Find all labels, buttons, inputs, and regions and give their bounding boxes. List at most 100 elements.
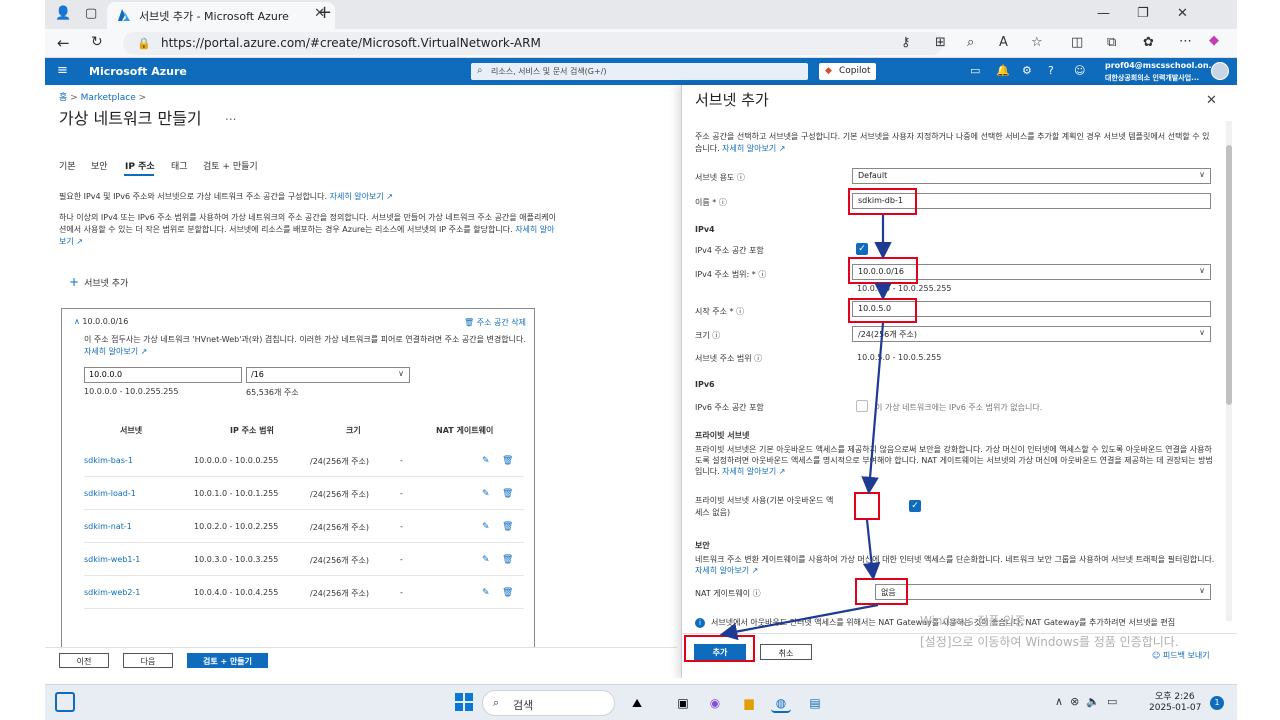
battery-icon[interactable]: ▭ xyxy=(1107,695,1117,708)
feedback-icon[interactable]: ☺ xyxy=(1074,64,1100,77)
address-input[interactable]: 10.0.0.0 xyxy=(84,367,242,383)
task-view-icon[interactable]: ▣ xyxy=(673,693,693,713)
subnet-name-link[interactable]: sdkim-load-1 xyxy=(84,489,136,498)
cancel-button[interactable]: 취소 xyxy=(760,644,812,660)
clock-date[interactable]: 2025-01-07 xyxy=(1149,703,1201,713)
ipv4-include-checkbox[interactable]: ✓ xyxy=(856,243,868,255)
nat-gateway-select[interactable]: 없음 ∨ xyxy=(875,584,1211,600)
edit-icon[interactable]: ✎ xyxy=(482,555,490,565)
breadcrumb-marketplace[interactable]: Marketplace xyxy=(81,93,136,103)
trash-icon[interactable]: 🗑 xyxy=(502,456,513,466)
private-link[interactable]: 자세히 알아보기 xyxy=(722,467,776,476)
blade-desc-link[interactable]: 자세히 알아보기 xyxy=(722,144,776,153)
feedback-link[interactable]: ☺ 피드백 보내기 xyxy=(1152,650,1210,661)
size-select[interactable]: /24(256개 주소) ∨ xyxy=(852,326,1211,342)
profile-icon[interactable]: 👤 xyxy=(55,6,71,21)
info-icon[interactable]: ⓘ xyxy=(712,331,720,340)
scrollbar-thumb[interactable] xyxy=(1226,145,1232,405)
info-icon[interactable]: ⓘ xyxy=(736,307,744,316)
info-icon[interactable]: ⓘ xyxy=(719,198,727,207)
blade-scrollbar[interactable] xyxy=(1226,121,1232,621)
global-search[interactable]: ⌕ 리소스, 서비스 및 문서 검색(G+/) xyxy=(471,63,808,80)
address-space-header[interactable]: ∧ 10.0.0.0/16 xyxy=(74,317,128,326)
refresh-icon[interactable]: ↻ xyxy=(91,34,103,50)
subnet-name-link[interactable]: sdkim-bas-1 xyxy=(84,456,133,465)
close-window-icon[interactable]: ✕ xyxy=(1177,6,1188,21)
purpose-select[interactable]: Default ∨ xyxy=(852,168,1211,184)
intro-link[interactable]: 자세히 알아보기 xyxy=(330,192,384,201)
trash-icon[interactable]: 🗑 xyxy=(502,555,513,565)
start-button[interactable] xyxy=(455,693,473,711)
split-screen-icon[interactable]: ◫ xyxy=(1071,35,1083,50)
more-options-icon[interactable]: ... xyxy=(225,109,236,123)
brand[interactable]: Microsoft Azure xyxy=(89,65,187,78)
collections-icon[interactable]: ⧉ xyxy=(1107,35,1116,50)
info-icon[interactable]: ⓘ xyxy=(753,589,761,598)
subnet-name-link[interactable]: sdkim-nat-1 xyxy=(84,522,132,531)
store-icon[interactable]: ▤ xyxy=(805,693,825,713)
read-aloud-icon[interactable]: A xyxy=(999,35,1008,50)
url-field[interactable]: 🔒 https://portal.azure.com/#create/Micro… xyxy=(123,32,943,55)
prefix-select[interactable]: /16 ∨ xyxy=(246,367,410,383)
chevron-up-icon[interactable]: ∧ xyxy=(1055,695,1063,708)
notification-badge[interactable]: 1 xyxy=(1210,696,1224,710)
new-tab-icon[interactable]: + xyxy=(317,2,332,23)
copilot-browser-icon[interactable]: ◆ xyxy=(1209,33,1219,48)
subnet-name-link[interactable]: sdkim-web1-1 xyxy=(84,555,140,564)
overlap-link[interactable]: 자세히 알아보기 xyxy=(84,347,138,356)
tab-tags[interactable]: 태그 xyxy=(171,159,188,172)
info-icon[interactable]: ⓘ xyxy=(754,354,762,363)
add-subnet-button[interactable]: + 서브넷 추가 xyxy=(69,275,128,289)
info-icon[interactable]: ⓘ xyxy=(737,173,745,182)
trash-icon[interactable]: 🗑 xyxy=(502,588,513,598)
close-icon[interactable]: ✕ xyxy=(1206,93,1217,108)
file-explorer-icon[interactable]: ▆ xyxy=(739,693,759,713)
more-icon[interactable]: ⋯ xyxy=(1179,34,1192,49)
key-icon[interactable]: ⚷ xyxy=(901,35,911,50)
bell-icon[interactable]: 🔔 xyxy=(996,64,1022,77)
subnet-name-link[interactable]: sdkim-web2-1 xyxy=(84,588,140,597)
edit-icon[interactable]: ✎ xyxy=(482,456,490,466)
clock-time[interactable]: 오후 2:26 xyxy=(1155,689,1195,702)
trash-icon[interactable]: 🗑 xyxy=(502,489,513,499)
delete-address-space-button[interactable]: 🗑 주소 공간 삭제 xyxy=(464,317,526,328)
trash-icon[interactable]: 🗑 xyxy=(502,522,513,532)
tab-review-create[interactable]: 검토 + 만들기 xyxy=(203,159,258,172)
user-email[interactable]: prof04@mscsschool.on... xyxy=(1105,61,1218,70)
edit-icon[interactable]: ✎ xyxy=(482,588,490,598)
extensions-icon[interactable]: ✿ xyxy=(1143,35,1154,50)
zoom-icon[interactable]: ⌕ xyxy=(967,35,974,50)
tab-security[interactable]: 보안 xyxy=(91,159,108,172)
edit-icon[interactable]: ✎ xyxy=(482,522,490,532)
next-button[interactable]: 다음 xyxy=(123,653,173,668)
edit-icon[interactable]: ✎ xyxy=(482,489,490,499)
apps-icon[interactable]: ⊞ xyxy=(935,35,946,50)
tab-ip-addresses[interactable]: IP 주소 xyxy=(125,159,155,172)
info-icon[interactable]: ⓘ xyxy=(758,270,766,279)
ipv6-include-checkbox[interactable] xyxy=(856,400,868,412)
copilot-button[interactable]: ◆ Copilot xyxy=(819,63,876,80)
volume-icon[interactable]: 🔈 xyxy=(1086,695,1100,708)
scenery-icon[interactable]: ⛰ xyxy=(627,693,647,713)
private-subnet-checkbox[interactable]: ✓ xyxy=(909,500,921,512)
menu-icon[interactable]: ≡ xyxy=(57,63,68,78)
prev-button[interactable]: 이전 xyxy=(59,653,109,668)
taskbar-search[interactable]: ⌕ 검색 xyxy=(482,690,615,716)
help-icon[interactable]: ? xyxy=(1048,64,1074,77)
no-network-icon[interactable]: ⊗ xyxy=(1070,695,1079,708)
review-create-button[interactable]: 검토 + 만들기 xyxy=(187,653,268,668)
tab-azure[interactable]: 서브넷 추가 - Microsoft Azure ✕ xyxy=(107,2,335,29)
gear-icon[interactable]: ⚙ xyxy=(1022,64,1048,77)
breadcrumb-home[interactable]: 홈 xyxy=(59,93,67,103)
cloud-shell-icon[interactable]: ▭ xyxy=(970,64,996,77)
maximize-icon[interactable]: ❐ xyxy=(1137,6,1149,21)
favorite-icon[interactable]: ☆ xyxy=(1031,35,1043,50)
tab-basics[interactable]: 기본 xyxy=(59,159,76,172)
tab-actions-icon[interactable]: ▢ xyxy=(85,6,97,21)
avatar[interactable] xyxy=(1211,62,1229,80)
minimize-icon[interactable]: — xyxy=(1097,6,1110,21)
chat-icon[interactable]: ◉ xyxy=(705,693,725,713)
back-icon[interactable]: ← xyxy=(57,34,70,52)
security-link[interactable]: 자세히 알아보기 xyxy=(695,566,749,575)
widgets-icon[interactable] xyxy=(55,692,75,712)
